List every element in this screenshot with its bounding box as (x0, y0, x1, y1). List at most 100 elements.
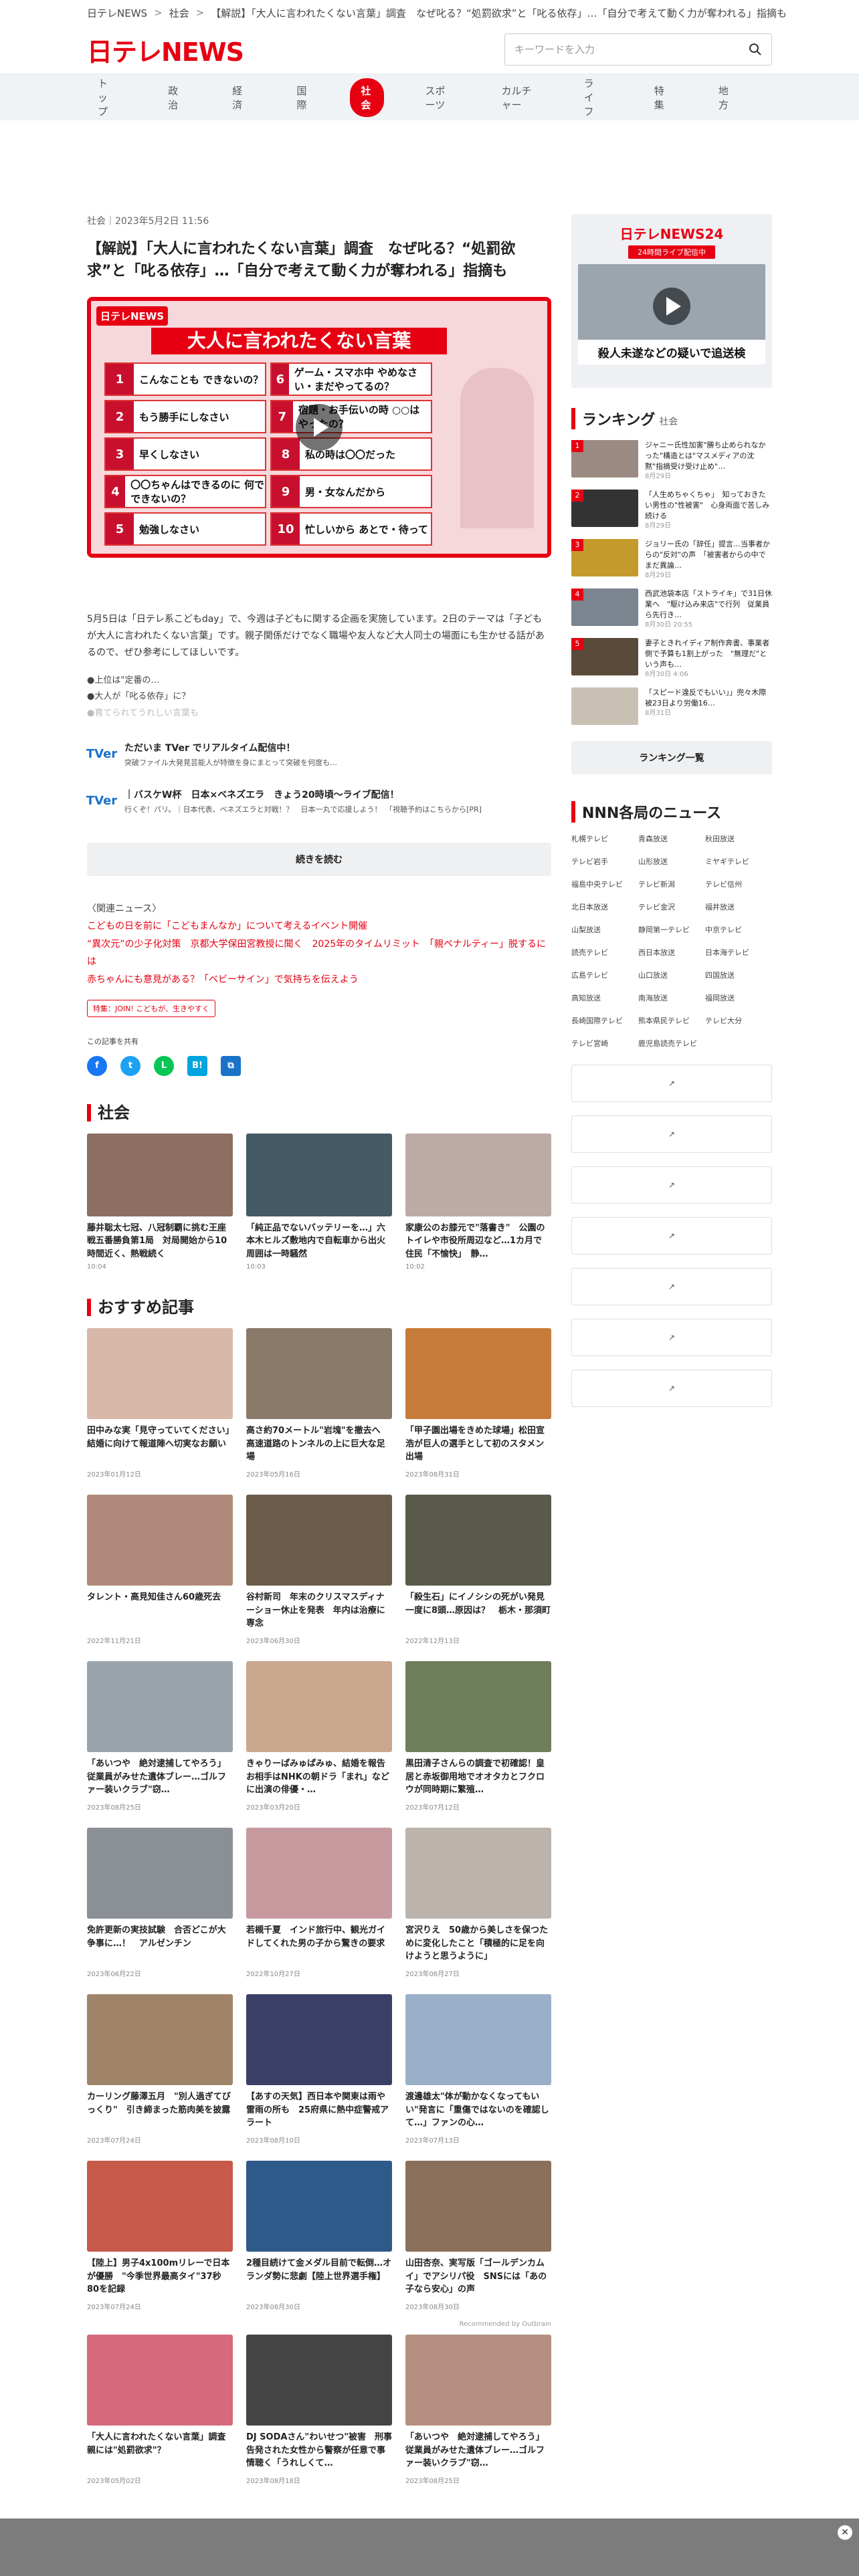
ranking-list-button[interactable]: ランキング一覧 (571, 741, 772, 774)
nnn-station-link[interactable]: 北日本放送 (571, 901, 638, 912)
recommend-card[interactable]: DJ SODAさん"わいせつ"被害 刑事告発された女性から警察が任意で事情聴く「… (246, 2335, 392, 2485)
tver-promo[interactable]: TVer ただいま TVer でリアルタイム配信中！ 突破ファイル大発見芸能人が特徴… (86, 740, 551, 769)
nnn-station-link[interactable]: 西日本放送 (638, 947, 705, 958)
close-icon[interactable]: ✕ (838, 2525, 852, 2540)
facebook-icon[interactable]: f (87, 1055, 107, 1076)
external-link-box[interactable]: ↗ (571, 1166, 772, 1204)
nnn-station-link[interactable]: 鹿児島読売テレビ (638, 1038, 705, 1049)
nnn-station-link[interactable]: テレビ岩手 (571, 856, 638, 867)
recommend-card[interactable]: 「殺生石」にイノシシの死がい発見 一度に8頭…原因は？ 栃木・那須町 2022年1… (405, 1495, 551, 1645)
recommend-card[interactable]: 「甲子園出場をきめた球場」松田宣浩が巨人の選手として初のスタメン出場 2023年0… (405, 1328, 551, 1479)
breadcrumb-category[interactable]: 社会 (169, 6, 189, 20)
recommend-card[interactable]: 谷村新司 年末のクリスマスディナーショー休止を発表 年内は治療に専念 2023年0… (246, 1495, 392, 1645)
article-video[interactable]: 日テレNEWS 大人に言われたくない言葉 1 こんなことも できないの？ 6 ゲーム・… (87, 297, 551, 558)
nav-item-6[interactable]: カルチャー (491, 78, 543, 117)
recommend-card[interactable]: 宮沢りえ 50歳から美しさを保つために変化したこと「積極的に足を向けようと思うよ… (405, 1828, 551, 1978)
nav-item-5[interactable]: スポーツ (415, 78, 460, 117)
nnn-station-link[interactable]: 福井放送 (705, 901, 772, 912)
breadcrumb-site[interactable]: 日テレNEWS (87, 6, 147, 20)
nnn-station-link[interactable]: 四国放送 (705, 970, 772, 980)
nnn-station-link[interactable]: テレビ新潟 (638, 879, 705, 889)
outbrain-credit[interactable]: Recommended by Outbrain (87, 2321, 551, 2328)
ranking-item[interactable]: 「スピード違反でもいい」」兜々木際被23日より労働16… 8月31日 (571, 687, 772, 728)
nav-item-9[interactable]: 地方 (708, 78, 741, 117)
recommend-card[interactable]: 【あすの天気】西日本や関東は雨や雷雨の所も 25府県に熱中症警戒アラート 2023… (246, 1994, 392, 2145)
ranking-item[interactable]: 2 「人生めちゃくちゃ」 知っておきたい男性の"性被害" 心身両面で苦しみ続ける 8… (571, 490, 772, 530)
nnn-station-link[interactable]: 熊本県民テレビ (638, 1015, 705, 1026)
nnn-station-link[interactable]: 南海放送 (638, 992, 705, 1003)
nnn-station-link[interactable]: 日本海テレビ (705, 947, 772, 958)
nnn-station-link[interactable]: ミヤギテレビ (705, 856, 772, 867)
recommend-card[interactable]: 「あいつや 絶対逮捕してやろう」従業員がみせた遺体ブレー…ゴルファー装いクラブ"… (405, 2335, 551, 2485)
ranking-item[interactable]: 1 ジャニー氏性加害"勝ち止められなかった"構造とは"マスメディアの沈黙"指摘受け… (571, 440, 772, 480)
nav-item-8[interactable]: 特集 (644, 78, 677, 117)
recommend-card[interactable]: 「大人に言われたくない言葉」調査 親には"処罰欲求"？ 2023年05月02日 (87, 2335, 233, 2485)
external-link-box[interactable]: ↗ (571, 1217, 772, 1255)
ranking-item[interactable]: 5 妻子ときれイディア制作奔書、事業者側で予算も1割上がった "無理だ"という声も… (571, 638, 772, 678)
nnn-station-link[interactable]: 長崎国際テレビ (571, 1015, 638, 1026)
nnn-station-link[interactable]: 福岡放送 (705, 992, 772, 1003)
recommend-card[interactable]: カーリング藤澤五月 "別人過ぎてびっくり" 引き締まった筋肉美を披露 2023年0… (87, 1994, 233, 2145)
external-link-box[interactable]: ↗ (571, 1065, 772, 1102)
nnn-station-link[interactable]: テレビ信州 (705, 879, 772, 889)
nnn-station-link[interactable]: 秋田放送 (705, 833, 772, 844)
nnn-station-link[interactable]: 広島テレビ (571, 970, 638, 980)
nnn-station-link[interactable]: 札幌テレビ (571, 833, 638, 844)
nnn-station-link[interactable]: テレビ宮崎 (571, 1038, 638, 1049)
social-card[interactable]: 家康公のお膝元で"落書き" 公園のトイレや市役所周辺など…1カ月で 住民「不愉快… (405, 1133, 551, 1271)
related-link[interactable]: こどもの日を前に「こどもまんなか」について考えるイベント開催 (87, 918, 551, 936)
recommend-card[interactable]: 「あいつや 絶対逮捕してやろう」従業員がみせた遺体ブレー…ゴルファー装いクラブ"… (87, 1661, 233, 1812)
external-link-box[interactable]: ↗ (571, 1319, 772, 1356)
feature-tag[interactable]: 特集：JOIN! こどもが、生きやすく (87, 999, 216, 1017)
nnn-station-link[interactable]: 読売テレビ (571, 947, 638, 958)
nav-item-0[interactable]: トップ (87, 71, 126, 124)
nnn-station-link[interactable]: 福島中央テレビ (571, 879, 638, 889)
related-link[interactable]: 赤ちゃんにも意見がある？「ベビーサイン」で気持ちを伝えよう (87, 971, 551, 989)
nnn-station-link[interactable]: 静岡第一テレビ (638, 924, 705, 935)
tver-promo[interactable]: TVer ｜バスケW杯 日本×ベネズエラ きょう20時頃〜ライブ配信！ 行くぞ！パリ… (86, 786, 551, 816)
nav-item-2[interactable]: 経済 (221, 78, 255, 117)
recommend-card[interactable]: 【陸上】男子4x100mリレーで日本が優勝 "今季世界最高タイ"37秒80を記録… (87, 2161, 233, 2311)
recommend-card[interactable]: きゃりーぱみゅぱみゅ、結婚を報告 お相手はNHKの朝ドラ「まれ」などに出演の俳優… (246, 1661, 392, 1812)
nav-item-7[interactable]: ライフ (573, 71, 613, 124)
nnn-station-link[interactable]: 中京テレビ (705, 924, 772, 935)
read-more-button[interactable]: 続きを読む (87, 842, 551, 876)
nav-item-3[interactable]: 国際 (286, 78, 319, 117)
nnn-station-link[interactable]: 高知放送 (571, 992, 638, 1003)
recommend-card[interactable]: タレント・高見知佳さん60歳死去 2022年11月21日 (87, 1495, 233, 1645)
social-card[interactable]: 藤井聡太七冠、八冠制覇に挑む王座戦五番勝負第1局 対局開始から10時間近く、熱戦… (87, 1133, 233, 1271)
nnn-station-link[interactable]: 山形放送 (638, 856, 705, 867)
external-link-box[interactable]: ↗ (571, 1370, 772, 1407)
related-link[interactable]: “異次元”の少子化対策 京都大学保田宮教授に聞く 2025年のタイムリミット 「… (87, 936, 551, 971)
line-icon[interactable]: L (154, 1055, 174, 1076)
play-icon[interactable] (296, 404, 343, 451)
search-input[interactable] (514, 43, 735, 56)
recommend-card[interactable]: 渡邊雄太"体が動かなくなってもいい"発言に「重傷ではないのを確認して…」ファンの… (405, 1994, 551, 2145)
copy-link-icon[interactable]: ⧉ (221, 1055, 241, 1076)
nnn-station-link[interactable]: テレビ金沢 (638, 901, 705, 912)
twitter-icon[interactable]: t (120, 1055, 140, 1076)
ranking-item[interactable]: 4 西武池袋本店「ストライキ」で31日休業へ "駆け込み来店"で行列 従業員ら先行… (571, 588, 772, 629)
nav-item-4[interactable]: 社会 (350, 78, 384, 117)
recommend-card[interactable]: 田中みな実「見守っていてください」 結婚に向けて報道陣へ切実なお願い 2023年0… (87, 1328, 233, 1479)
external-link-box[interactable]: ↗ (571, 1268, 772, 1305)
hatena-icon[interactable]: B! (187, 1055, 207, 1076)
live-stream-panel[interactable]: 日テレNEWS24 24時間ライブ配信中 殺人未遂などの疑いで追送検 (571, 214, 772, 388)
nnn-station-link[interactable]: 山梨放送 (571, 924, 638, 935)
live-play-icon[interactable] (653, 288, 690, 325)
ranking-item[interactable]: 3 ジョリー氏の「辞任」提言…当事者からの"反対"の声 「被害者からの中でまだ異論… (571, 539, 772, 579)
recommend-card[interactable]: 黒田清子さんらの調査で初確認！皇居と赤坂御用地でオオタカとフクロウが同時期に繁殖… (405, 1661, 551, 1812)
social-card[interactable]: 「純正品でないバッテリーを…」六本木ヒルズ敷地内で自転車から出火 周囲は一時騒然… (246, 1133, 392, 1271)
recommend-card[interactable]: 高さ約70メートル"岩塊"を撤去へ 高速道路のトンネルの上に巨大な足場 2023年… (246, 1328, 392, 1479)
recommend-card[interactable]: 免許更新の実技試験 合否どこが大争事に…！ アルゼンチン 2023年06月22日 (87, 1828, 233, 1978)
nnn-station-link[interactable]: テレビ大分 (705, 1015, 772, 1026)
search-icon[interactable] (749, 43, 762, 56)
nnn-station-link[interactable]: 青森放送 (638, 833, 705, 844)
nnn-station-link[interactable]: 山口放送 (638, 970, 705, 980)
site-logo[interactable]: 日テレNEWS (87, 31, 244, 68)
nav-item-1[interactable]: 政治 (157, 78, 191, 117)
recommend-card[interactable]: 2種目続けて金メダル目前で転倒…オランダ勢に悲劇【陸上世界選手権】 2023年08… (246, 2161, 392, 2311)
recommend-card[interactable]: 若槻千夏 インド旅行中、観光ガイドしてくれた男の子から驚きの要求 2022年10月… (246, 1828, 392, 1978)
external-link-box[interactable]: ↗ (571, 1115, 772, 1153)
recommend-card[interactable]: 山田杏奈、実写版「ゴールデンカムイ」でアシリパ役 SNSには「あの子なら安心」の… (405, 2161, 551, 2311)
